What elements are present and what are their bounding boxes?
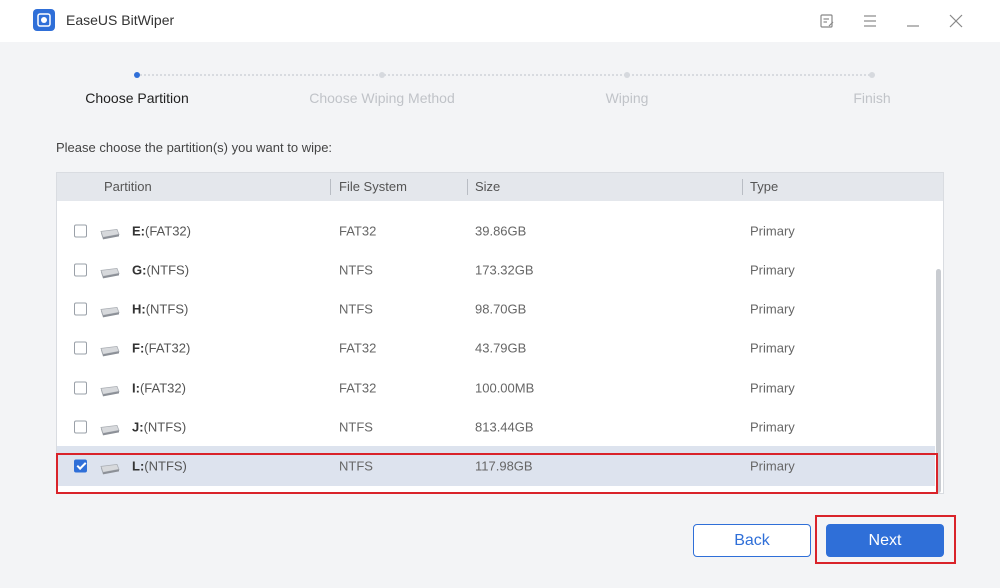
type-cell: Primary <box>750 262 795 278</box>
column-header-size[interactable]: Size <box>475 179 500 194</box>
table-row[interactable]: I:(FAT32) FAT32 100.00MB Primary <box>57 368 935 407</box>
size-cell: 98.70GB <box>475 301 527 317</box>
partition-fs-label: (FAT32) <box>144 340 191 356</box>
checkbox-icon[interactable] <box>74 341 87 355</box>
partition-fs-label: (NTFS) <box>146 262 190 278</box>
partition-table: Partition File System Size Type D:(NTFS)… <box>56 172 944 494</box>
partition-name: F:(FAT32) <box>132 341 190 356</box>
title-bar: EaseUS BitWiper <box>0 0 1000 42</box>
type-cell: Primary <box>750 419 795 435</box>
partition-letter: G: <box>132 262 147 278</box>
step-label-wiping: Wiping <box>605 90 649 106</box>
file-system-cell: NTFS <box>339 301 373 317</box>
partition-name: H:(NTFS) <box>132 302 188 317</box>
minimize-icon[interactable] <box>902 10 924 32</box>
table-header: Partition File System Size Type <box>57 173 943 201</box>
partition-name: I:(FAT32) <box>132 380 186 395</box>
column-divider[interactable] <box>467 179 468 195</box>
close-icon[interactable] <box>945 10 967 32</box>
type-cell: Primary <box>750 223 795 239</box>
table-row[interactable]: J:(NTFS) NTFS 813.44GB Primary <box>57 407 935 446</box>
table-body[interactable]: D:(NTFS)NTFS110.10GBPrimaryE:(FAT32)FAT3… <box>57 201 935 493</box>
type-cell: Primary <box>750 340 795 356</box>
partition-name: L:(NTFS) <box>132 458 187 473</box>
next-button[interactable]: Next <box>826 524 944 557</box>
drive-icon <box>98 345 120 357</box>
checkbox-icon[interactable] <box>74 420 87 434</box>
main-content: Choose Partition Choose Wiping Method Wi… <box>0 42 1000 588</box>
table-row[interactable]: L:(NTFS) NTFS 117.98GB Primary <box>57 446 935 486</box>
file-system-cell: FAT32 <box>339 380 377 396</box>
size-cell: 173.32GB <box>475 262 534 278</box>
partition-letter: L: <box>132 458 145 474</box>
feedback-icon[interactable] <box>816 10 838 32</box>
file-system-cell: FAT32 <box>339 223 377 239</box>
partition-fs-label: (NTFS) <box>145 301 189 317</box>
column-header-type[interactable]: Type <box>750 179 778 194</box>
checkbox-icon[interactable] <box>74 224 87 238</box>
partition-name: J:(NTFS) <box>132 419 186 434</box>
size-cell: 117.98GB <box>475 458 533 474</box>
checkbox-icon[interactable] <box>74 263 87 277</box>
table-rows: D:(NTFS)NTFS110.10GBPrimaryE:(FAT32)FAT3… <box>57 201 935 486</box>
partition-fs-label: (NTFS) <box>144 458 187 474</box>
column-header-file-system[interactable]: File System <box>339 179 407 194</box>
instruction-text: Please choose the partition(s) you want … <box>56 140 333 155</box>
step-label-finish: Finish <box>853 90 891 106</box>
back-button[interactable]: Back <box>693 524 811 557</box>
step-dot-finish <box>869 72 875 78</box>
size-cell: 39.86GB <box>475 223 527 239</box>
step-label-choose-partition: Choose Partition <box>85 90 189 106</box>
size-cell: 100.00MB <box>475 380 535 396</box>
step-dot-choose-partition <box>134 72 140 78</box>
partition-letter: J: <box>132 419 144 435</box>
drive-icon <box>98 384 120 396</box>
checkbox-icon[interactable] <box>74 381 87 395</box>
stepper-track <box>140 74 870 76</box>
drive-icon <box>98 227 120 240</box>
checkbox-icon[interactable] <box>74 302 87 316</box>
table-row[interactable]: H:(NTFS) NTFS 98.70GB Primary <box>57 290 935 329</box>
partition-letter: F: <box>132 340 145 356</box>
menu-icon[interactable] <box>859 10 881 32</box>
column-divider[interactable] <box>742 179 743 195</box>
table-row[interactable]: F:(FAT32) FAT32 43.79GB Primary <box>57 329 935 368</box>
step-label-choose-wiping-method: Choose Wiping Method <box>309 90 455 106</box>
app-title: EaseUS BitWiper <box>66 12 175 28</box>
checkbox-icon[interactable] <box>74 459 87 473</box>
step-dot-choose-wiping-method <box>379 72 385 78</box>
partition-name: G:(NTFS) <box>132 262 189 277</box>
file-system-cell: FAT32 <box>339 340 377 356</box>
drive-icon <box>98 306 120 318</box>
table-row[interactable]: G:(NTFS) NTFS 173.32GB Primary <box>57 250 935 289</box>
partition-fs-label: (FAT32) <box>139 380 186 396</box>
partition-letter: H: <box>132 301 146 317</box>
partition-fs-label: (FAT32) <box>145 223 191 239</box>
size-cell: 813.44GB <box>475 419 534 435</box>
column-divider[interactable] <box>330 179 331 195</box>
file-system-cell: NTFS <box>339 262 373 278</box>
column-header-partition[interactable]: Partition <box>104 179 152 194</box>
drive-icon <box>98 462 120 475</box>
step-dot-wiping <box>624 72 630 78</box>
table-scrollbar[interactable] <box>935 201 942 493</box>
app-logo-icon <box>33 9 55 31</box>
size-cell: 43.79GB <box>475 340 527 356</box>
type-cell: Primary <box>750 301 795 317</box>
type-cell: Primary <box>750 458 795 474</box>
partition-name: E:(FAT32) <box>132 223 191 238</box>
table-row[interactable]: D:(NTFS)NTFS110.10GBPrimary <box>57 201 935 211</box>
file-system-cell: NTFS <box>339 458 373 474</box>
drive-icon <box>98 266 120 279</box>
scrollbar-thumb[interactable] <box>936 269 941 493</box>
file-system-cell: NTFS <box>339 419 373 435</box>
partition-letter: E: <box>132 223 145 239</box>
partition-fs-label: (NTFS) <box>143 419 187 435</box>
table-row[interactable]: E:(FAT32) FAT32 39.86GB Primary <box>57 211 935 250</box>
partition-letter: I: <box>132 380 140 396</box>
type-cell: Primary <box>750 380 795 396</box>
drive-icon <box>98 423 120 436</box>
